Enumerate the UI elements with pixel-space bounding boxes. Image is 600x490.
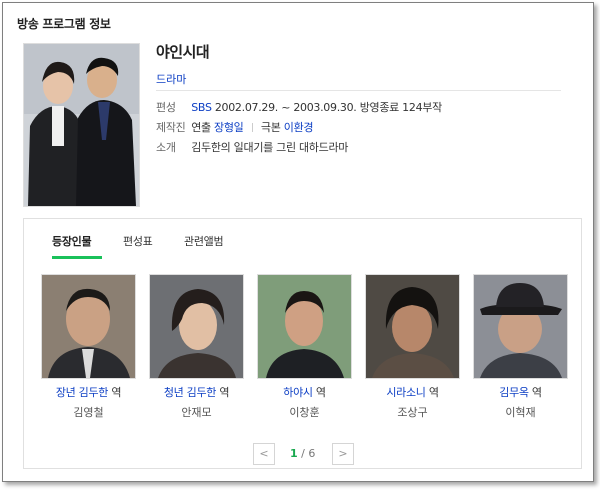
cast-card[interactable]: 시라소니 역 조상구 — [365, 274, 460, 420]
genre-link[interactable]: 드라마 — [156, 71, 186, 87]
tab-cast[interactable]: 등장인물 — [52, 233, 92, 249]
tab-albums[interactable]: 관련앨범 — [184, 233, 224, 249]
tab-bar: 등장인물 편성표 관련앨범 — [24, 219, 581, 259]
cast-caption: 하야시 역 — [257, 384, 352, 400]
role-label: 역 — [428, 386, 439, 399]
director-label: 연출 — [191, 121, 211, 134]
cast-caption: 김무옥 역 — [473, 384, 568, 400]
actor-name[interactable]: 조상구 — [365, 404, 460, 420]
poster-image[interactable] — [23, 43, 140, 207]
role-label: 역 — [315, 386, 326, 399]
character-link[interactable]: 장년 김두한 — [56, 386, 109, 399]
writer-label: 극본 — [260, 121, 281, 134]
role-label: 역 — [111, 386, 122, 399]
staff-separator — [251, 123, 253, 132]
role-label: 역 — [219, 386, 230, 399]
page-indicator: 1 / 6 — [290, 447, 315, 460]
section-title: 방송 프로그램 정보 — [17, 17, 111, 31]
schedule-label: 편성 — [156, 101, 176, 114]
actor-name[interactable]: 이창훈 — [257, 404, 352, 420]
staff-row: 제작진 연출 장형일 극본 이환경 — [156, 119, 314, 135]
cast-caption: 장년 김두한 역 — [41, 384, 136, 400]
total-pages: 6 — [308, 447, 316, 460]
schedule-text: 2002.07.29. ~ 2003.09.30. 방영종료 124부작 — [214, 101, 442, 114]
divider — [156, 90, 561, 91]
cast-caption: 시라소니 역 — [365, 384, 460, 400]
pagination: < 1 / 6 > — [24, 443, 581, 465]
actor-name[interactable]: 안재모 — [149, 404, 244, 420]
active-tab-indicator — [52, 256, 102, 259]
current-page: 1 — [290, 447, 298, 460]
cast-card[interactable]: 장년 김두한 역 김영철 — [41, 274, 136, 420]
actor-name[interactable]: 이혁재 — [473, 404, 568, 420]
character-link[interactable]: 하야시 — [283, 386, 313, 399]
tab-schedule[interactable]: 편성표 — [123, 233, 153, 249]
cast-photo[interactable] — [365, 274, 460, 379]
cast-card[interactable]: 하야시 역 이창훈 — [257, 274, 352, 420]
intro-row: 소개 김두한의 일대기를 그린 대하드라마 — [156, 139, 348, 155]
character-link[interactable]: 청년 김두한 — [164, 386, 217, 399]
intro-text: 김두한의 일대기를 그린 대하드라마 — [191, 141, 349, 154]
cast-caption: 청년 김두한 역 — [149, 384, 244, 400]
next-page-button[interactable]: > — [332, 443, 354, 465]
prev-page-button[interactable]: < — [253, 443, 275, 465]
cast-photo[interactable] — [41, 274, 136, 379]
info-panel: 방송 프로그램 정보 야인시대 드라마 편성 SBS 2002.07.29. ~… — [2, 2, 594, 482]
actor-name[interactable]: 김영철 — [41, 404, 136, 420]
cast-photo[interactable] — [257, 274, 352, 379]
director-link[interactable]: 장형일 — [214, 121, 244, 134]
cast-panel: 등장인물 편성표 관련앨범 장년 김두한 역 김영철 청년 김두한 역 안재모 … — [23, 218, 582, 469]
character-link[interactable]: 시라소니 — [386, 386, 426, 399]
cast-photo[interactable] — [473, 274, 568, 379]
schedule-row: 편성 SBS 2002.07.29. ~ 2003.09.30. 방영종료 12… — [156, 99, 442, 115]
cast-card[interactable]: 청년 김두한 역 안재모 — [149, 274, 244, 420]
character-link[interactable]: 김무옥 — [499, 386, 529, 399]
page-separator: / — [301, 447, 305, 460]
staff-label: 제작진 — [156, 121, 186, 134]
cast-photo[interactable] — [149, 274, 244, 379]
cast-card[interactable]: 김무옥 역 이혁재 — [473, 274, 568, 420]
network-link[interactable]: SBS — [191, 101, 212, 114]
role-label: 역 — [531, 386, 542, 399]
program-title[interactable]: 야인시대 — [156, 41, 210, 62]
writer-link[interactable]: 이환경 — [284, 121, 314, 134]
intro-label: 소개 — [156, 141, 176, 154]
